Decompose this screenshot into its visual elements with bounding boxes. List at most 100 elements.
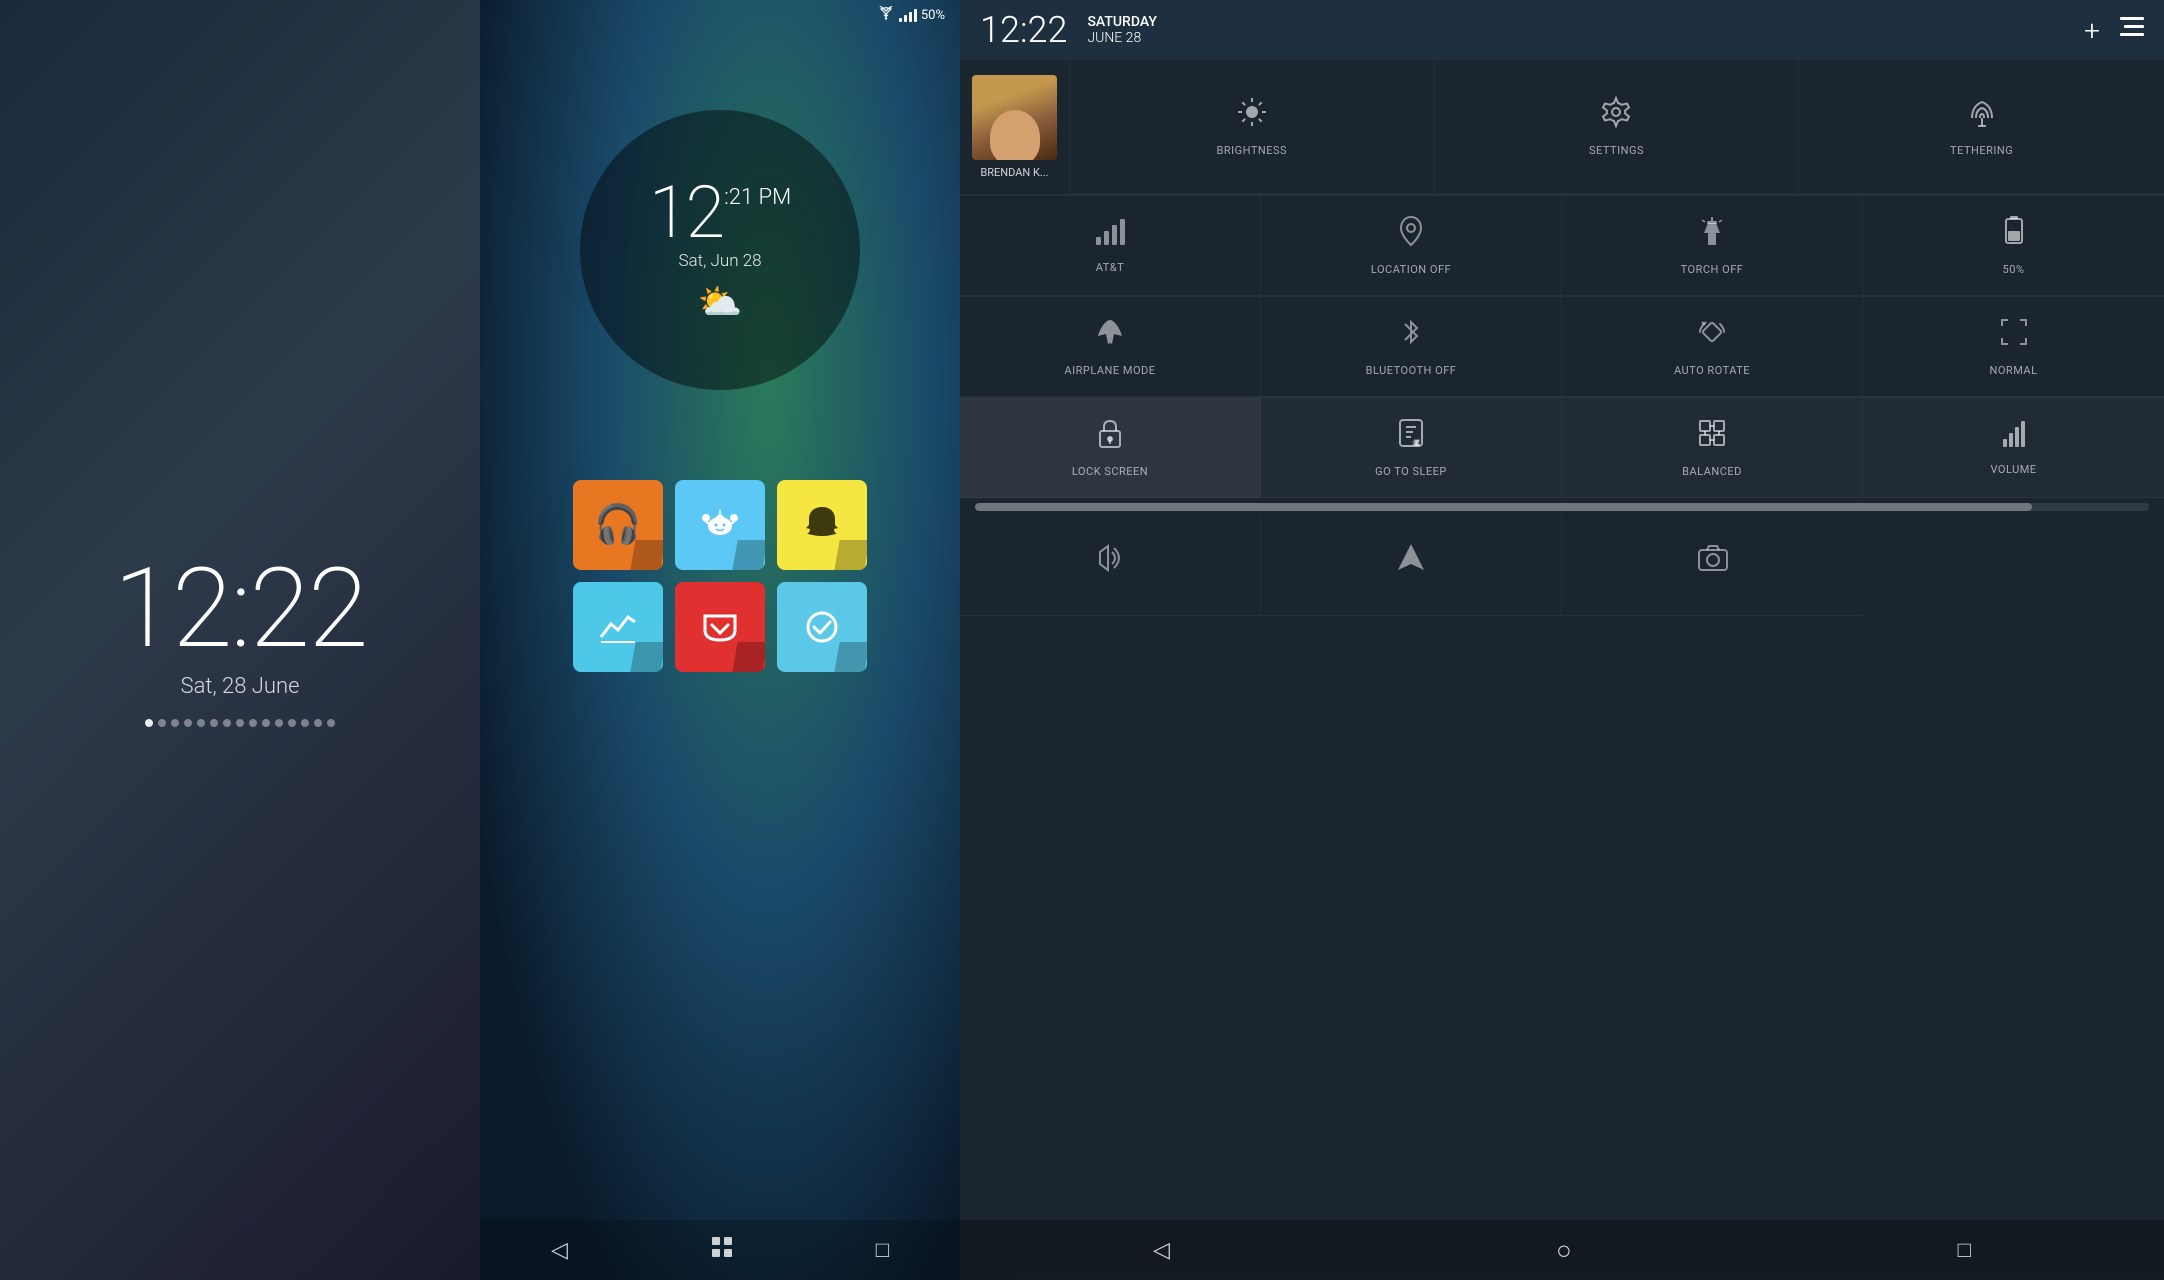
qs-nav-recent[interactable]: □: [1948, 1227, 1981, 1273]
qs-tile-torch[interactable]: TORCH OFF: [1562, 196, 1863, 296]
qs-torch-label: TORCH OFF: [1681, 263, 1744, 276]
lock-time: 12:22: [113, 554, 366, 664]
battery-icon: [2003, 215, 2025, 255]
normal-icon: [1998, 316, 2030, 356]
qs-location-label: LOCATION OFF: [1371, 263, 1451, 276]
qs-att-label: AT&T: [1096, 261, 1124, 274]
qs-header-icons: +: [2084, 14, 2144, 47]
qs-tile-tethering[interactable]: TETHERING: [1799, 60, 2164, 194]
status-bar: 50%: [480, 0, 960, 30]
airplane-icon: [1094, 316, 1126, 356]
app-podcast[interactable]: 🎧: [573, 480, 663, 570]
qs-tile-location[interactable]: LOCATION OFF: [1261, 196, 1562, 296]
brightness-icon: [1236, 96, 1268, 136]
qs-balanced-label: BALANCED: [1682, 465, 1742, 478]
qs-lockscreen-label: LOCK SCREEN: [1072, 465, 1148, 478]
qs-nav-home[interactable]: ○: [1546, 1225, 1582, 1276]
app-robinhood[interactable]: [573, 582, 663, 672]
qs-brightness-label: BRIGHTNESS: [1217, 144, 1288, 157]
home-nav-bar: ◁ □: [480, 1220, 960, 1280]
rotate-icon: [1696, 316, 1728, 356]
app-todoist[interactable]: [777, 582, 867, 672]
tethering-icon: [1966, 96, 1998, 136]
qs-normal-label: NORMAL: [1990, 364, 2038, 377]
qs-menu-icon[interactable]: [2120, 17, 2144, 43]
widget-time-main: 12: [649, 177, 722, 249]
qs-tile-balanced[interactable]: BALANCED: [1562, 398, 1863, 498]
lock-date: Sat, 28 June: [181, 674, 300, 699]
att-icon: [1096, 217, 1125, 253]
qs-avatar: [972, 75, 1057, 160]
qs-tile-audio[interactable]: [960, 516, 1261, 616]
widget-ampm: :21 PM: [724, 185, 791, 210]
qs-scrollbar[interactable]: [975, 503, 2149, 511]
torch-icon: [1698, 215, 1726, 255]
lockscreen-icon: [1096, 417, 1124, 457]
qs-tile-brightness[interactable]: BRIGHTNESS: [1070, 60, 1435, 194]
wifi-icon: [877, 6, 895, 24]
volume-icon: [2003, 419, 2025, 455]
nav-apps[interactable]: [700, 1225, 744, 1275]
balanced-icon: [1696, 417, 1728, 457]
nav-recent[interactable]: □: [866, 1227, 899, 1273]
signal-icon: [899, 8, 917, 22]
qs-nav-bar: ◁ ○ □: [960, 1220, 2164, 1280]
sleep-icon: z: [1397, 417, 1425, 457]
lock-dots: [145, 719, 335, 727]
quick-settings-panel: 12:22 SATURDAY JUNE 28 + BRENDAN K...: [960, 0, 2164, 1280]
battery-percent: 50%: [921, 8, 945, 23]
home-screen: 50% 12 :21 PM Sat, Jun 28 ⛅ 🎧: [480, 0, 960, 1280]
qs-nav-back[interactable]: ◁: [1143, 1228, 1180, 1273]
qs-user-name: BRENDAN K...: [980, 166, 1048, 179]
qs-sleep-label: GO TO SLEEP: [1375, 465, 1447, 478]
qs-tile-airplane[interactable]: AIRPLANE MODE: [960, 297, 1261, 397]
app-reddit[interactable]: [675, 480, 765, 570]
qs-header: 12:22 SATURDAY JUNE 28 +: [960, 0, 2164, 60]
qs-tile-normal[interactable]: NORMAL: [1863, 297, 2164, 397]
qs-rotate-label: AUTO ROTATE: [1674, 364, 1750, 377]
qs-tile-sleep[interactable]: z GO TO SLEEP: [1261, 398, 1562, 498]
qs-tile-rotate[interactable]: AUTO ROTATE: [1562, 297, 1863, 397]
qs-row5: [960, 516, 2164, 616]
qs-day: SATURDAY: [1087, 14, 1156, 30]
weather-icon: ⛅: [698, 281, 743, 323]
qs-tile-camera[interactable]: [1562, 516, 1863, 616]
qs-tile-navigate[interactable]: [1261, 516, 1562, 616]
qs-battery-label: 50%: [2003, 263, 2025, 276]
camera-icon: [1697, 544, 1729, 580]
settings-icon: [1600, 96, 1632, 136]
navigate-icon: [1396, 542, 1426, 582]
audio-icon: [1094, 542, 1126, 582]
qs-tile-att[interactable]: AT&T: [960, 196, 1261, 296]
app-grid: 🎧: [573, 480, 867, 672]
qs-date: JUNE 28: [1087, 30, 1156, 46]
qs-tile-lockscreen[interactable]: LOCK SCREEN: [960, 398, 1261, 498]
app-pocket[interactable]: [675, 582, 765, 672]
nav-back[interactable]: ◁: [541, 1228, 578, 1273]
qs-bluetooth-label: BLUETOOTH OFF: [1366, 364, 1457, 377]
qs-volume-label: VOLUME: [1990, 463, 2036, 476]
lock-screen: 12:22 Sat, 28 June: [0, 0, 480, 1280]
qs-user-section: BRENDAN K... BRIGHTNESS: [960, 60, 2164, 195]
qs-row4: LOCK SCREEN z GO TO SLEEP: [960, 397, 2164, 498]
qs-time: 12:22: [980, 9, 1067, 51]
qs-tile-bluetooth[interactable]: BLUETOOTH OFF: [1261, 297, 1562, 397]
qs-row3: AIRPLANE MODE BLUETOOTH OFF AUTO ROTA: [960, 296, 2164, 397]
qs-date-block: SATURDAY JUNE 28: [1087, 14, 1156, 46]
location-icon: [1397, 215, 1425, 255]
qs-tethering-label: TETHERING: [1950, 144, 2013, 157]
clock-widget: 12 :21 PM Sat, Jun 28 ⛅: [580, 110, 860, 390]
widget-date: Sat, Jun 28: [678, 251, 761, 271]
qs-scrollbar-thumb: [975, 503, 2032, 511]
svg-text:z: z: [1415, 438, 1419, 447]
app-snapchat[interactable]: [777, 480, 867, 570]
qs-tile-settings[interactable]: SETTINGS: [1435, 60, 1800, 194]
qs-tile-volume[interactable]: VOLUME: [1863, 398, 2164, 498]
bluetooth-icon: [1399, 316, 1423, 356]
qs-row2: AT&T LOCATION OFF: [960, 195, 2164, 296]
qs-settings-label: SETTINGS: [1589, 144, 1644, 157]
qs-add-icon[interactable]: +: [2084, 14, 2100, 47]
qs-user-cell[interactable]: BRENDAN K...: [960, 60, 1070, 194]
qs-airplane-label: AIRPLANE MODE: [1064, 364, 1155, 377]
qs-tile-battery[interactable]: 50%: [1863, 196, 2164, 296]
